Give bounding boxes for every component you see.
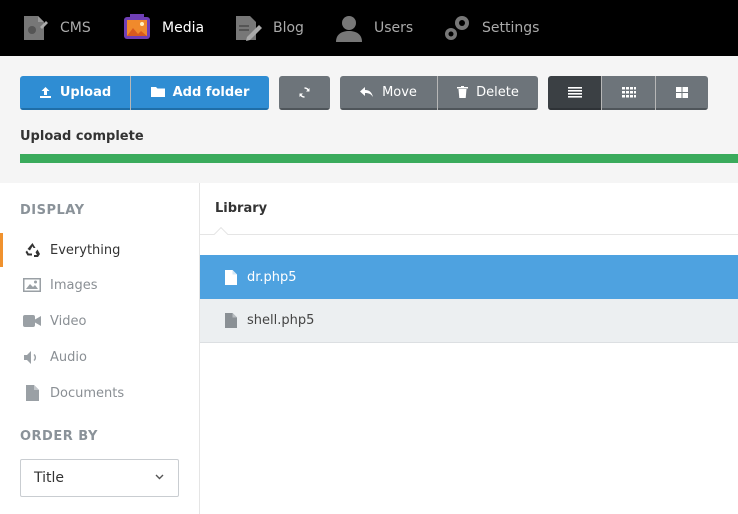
upload-progress-bar [20, 154, 738, 163]
file-icon [225, 269, 237, 285]
nav-item-users[interactable]: Users [334, 0, 413, 56]
delete-button[interactable]: Delete [438, 76, 538, 110]
nav-item-settings[interactable]: Settings [442, 0, 539, 56]
nav-label-users: Users [374, 20, 414, 36]
nav-item-blog[interactable]: Blog [233, 0, 304, 56]
sidebar-label-everything: Everything [50, 242, 121, 258]
speaker-icon [22, 350, 42, 364]
image-icon [22, 278, 42, 292]
top-navigation: CMS Media Blog Users Settings [0, 0, 738, 56]
cms-document-icon [24, 16, 48, 40]
view-mode-group [548, 76, 708, 110]
upload-label: Upload [59, 84, 112, 100]
document-icon [22, 385, 42, 401]
order-by-select[interactable]: Title [20, 459, 179, 497]
sidebar-label-video: Video [50, 313, 87, 329]
library-panel: Library dr.php5 shell.php5 [200, 183, 738, 514]
refresh-button[interactable] [279, 76, 330, 110]
file-icon [225, 313, 237, 328]
add-folder-label: Add folder [172, 84, 250, 100]
breadcrumb-pointer [213, 226, 229, 242]
divider [200, 234, 738, 235]
delete-label: Delete [476, 84, 519, 100]
library-title: Library [215, 201, 268, 216]
nav-item-media[interactable]: Media [122, 0, 204, 56]
gears-icon [445, 16, 469, 40]
sidebar-item-audio[interactable]: Audio [0, 340, 199, 374]
file-row-shell-php5[interactable]: shell.php5 [200, 299, 738, 343]
file-name: dr.php5 [247, 269, 297, 285]
folder-icon [150, 86, 165, 98]
video-camera-icon [22, 315, 42, 327]
upload-progress-fill [20, 154, 738, 163]
small-grid-icon [621, 86, 636, 97]
file-row-dr-php5[interactable]: dr.php5 [200, 255, 738, 299]
user-icon [336, 16, 362, 42]
large-grid-icon [676, 86, 688, 98]
sidebar-label-images: Images [50, 277, 98, 293]
chevron-down-icon [155, 474, 164, 480]
display-sidebar: DISPLAY Everything Images Video Audio Do… [0, 183, 200, 514]
add-folder-button[interactable]: Add folder [131, 76, 269, 110]
large-grid-view-button[interactable] [656, 76, 708, 110]
refresh-button-group [279, 76, 330, 110]
upload-status-text: Upload complete [20, 129, 144, 144]
sidebar-label-audio: Audio [50, 349, 87, 365]
upload-icon [39, 86, 52, 99]
small-grid-view-button[interactable] [602, 76, 655, 110]
file-name: shell.php5 [247, 313, 315, 328]
sidebar-item-video[interactable]: Video [0, 304, 199, 338]
nav-item-cms[interactable]: CMS [20, 0, 91, 56]
order-by-value: Title [34, 470, 65, 486]
recycle-icon [22, 242, 42, 258]
sidebar-item-images[interactable]: Images [0, 268, 199, 302]
refresh-icon [298, 86, 311, 99]
display-heading: DISPLAY [20, 203, 85, 218]
nav-label-settings: Settings [482, 20, 540, 36]
nav-label-media: Media [162, 20, 205, 36]
sidebar-item-everything[interactable]: Everything [0, 233, 199, 267]
nav-label-blog: Blog [273, 20, 304, 36]
move-label: Move [382, 84, 417, 100]
media-image-icon [124, 14, 150, 39]
media-toolbar: Upload Add folder Move Delete [0, 56, 738, 183]
upload-button[interactable]: Upload [20, 76, 130, 110]
list-view-button[interactable] [548, 76, 601, 110]
move-button[interactable]: Move [340, 76, 437, 110]
upload-button-group: Upload Add folder [20, 76, 269, 110]
reply-arrow-icon [360, 86, 374, 98]
order-by-heading: ORDER BY [20, 429, 98, 444]
nav-label-cms: CMS [60, 20, 91, 36]
list-view-icon [567, 86, 582, 98]
blog-pencil-icon [236, 16, 262, 41]
trash-icon [457, 86, 469, 98]
move-delete-group: Move Delete [340, 76, 538, 110]
sidebar-item-documents[interactable]: Documents [0, 376, 199, 410]
sidebar-label-documents: Documents [50, 385, 125, 401]
